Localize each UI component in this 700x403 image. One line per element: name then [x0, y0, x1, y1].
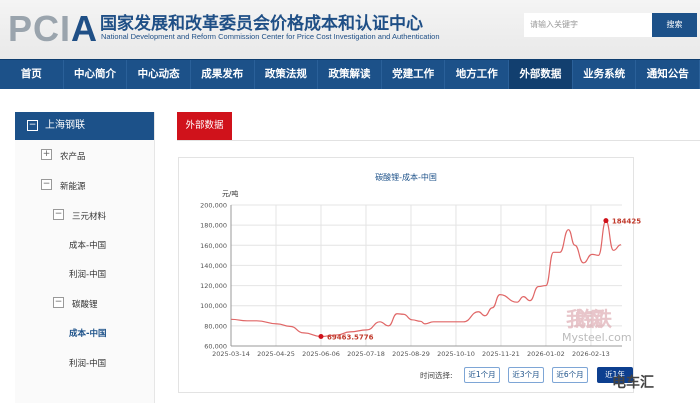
sidebar-item-agriculture[interactable]: 农产品	[60, 150, 86, 162]
expand-icon[interactable]: +	[41, 149, 52, 160]
nav-notices[interactable]: 通知公告	[636, 60, 700, 89]
site-header: PCIA 国家发展和改革委员会价格成本和认证中心 National Develo…	[0, 0, 700, 59]
weibo-watermark: 电车汇	[612, 375, 654, 391]
nav-about[interactable]: 中心简介	[64, 60, 128, 89]
range-6-months-button[interactable]: 近6个月	[552, 367, 588, 383]
nav-local[interactable]: 地方工作	[445, 60, 510, 89]
sidebar-item-profit[interactable]: 利润-中国	[69, 268, 106, 280]
sidebar-item-new-energy[interactable]: 新能源	[60, 180, 86, 192]
range-3-months-button[interactable]: 近3个月	[508, 367, 544, 383]
tab-external-data[interactable]: 外部数据	[177, 112, 232, 140]
time-select-label: 时间选择:	[420, 371, 453, 380]
collapse-icon[interactable]: −	[53, 209, 64, 220]
collapse-icon[interactable]: −	[53, 297, 64, 308]
search-button[interactable]: 搜索	[652, 13, 697, 37]
nav-news[interactable]: 中心动态	[127, 60, 191, 89]
sidebar-header[interactable]: − 上海钢联	[15, 112, 154, 140]
nav-systems[interactable]: 业务系统	[573, 60, 637, 89]
sidebar-item-profit[interactable]: 利润-中国	[69, 357, 106, 369]
collapse-icon: −	[27, 120, 38, 131]
chart-card	[178, 157, 634, 393]
sidebar-item-lithium-carbonate[interactable]: 碳酸锂	[72, 298, 98, 310]
sidebar-item-ternary[interactable]: 三元材料	[72, 210, 106, 222]
sidebar-item-cost[interactable]: 成本-中国	[69, 239, 106, 251]
tab-divider	[177, 140, 700, 141]
sidebar: − 上海钢联 + 农产品 − 新能源 − 三元材料 成本-中国 利润-中国 − 碳…	[15, 112, 155, 403]
nav-interpretation[interactable]: 政策解读	[318, 60, 382, 89]
site-title: 国家发展和改革委员会价格成本和认证中心	[100, 14, 423, 34]
sidebar-item-cost-active[interactable]: 成本-中国	[69, 327, 107, 339]
nav-results[interactable]: 成果发布	[191, 60, 255, 89]
logo[interactable]: PCIA	[8, 8, 98, 50]
nav-home[interactable]: 首页	[0, 60, 64, 89]
collapse-icon[interactable]: −	[41, 179, 52, 190]
nav-external-data[interactable]: 外部数据	[509, 60, 573, 89]
nav-policy[interactable]: 政策法规	[255, 60, 319, 89]
range-1-month-button[interactable]: 近1个月	[464, 367, 500, 383]
nav-party[interactable]: 党建工作	[382, 60, 446, 89]
main-nav: 首页 中心简介 中心动态 成果发布 政策法规 政策解读 党建工作 地方工作 外部…	[0, 59, 700, 89]
site-subtitle: National Development and Reform Commissi…	[101, 32, 440, 41]
search-input[interactable]: 请输入关键字	[524, 13, 652, 37]
